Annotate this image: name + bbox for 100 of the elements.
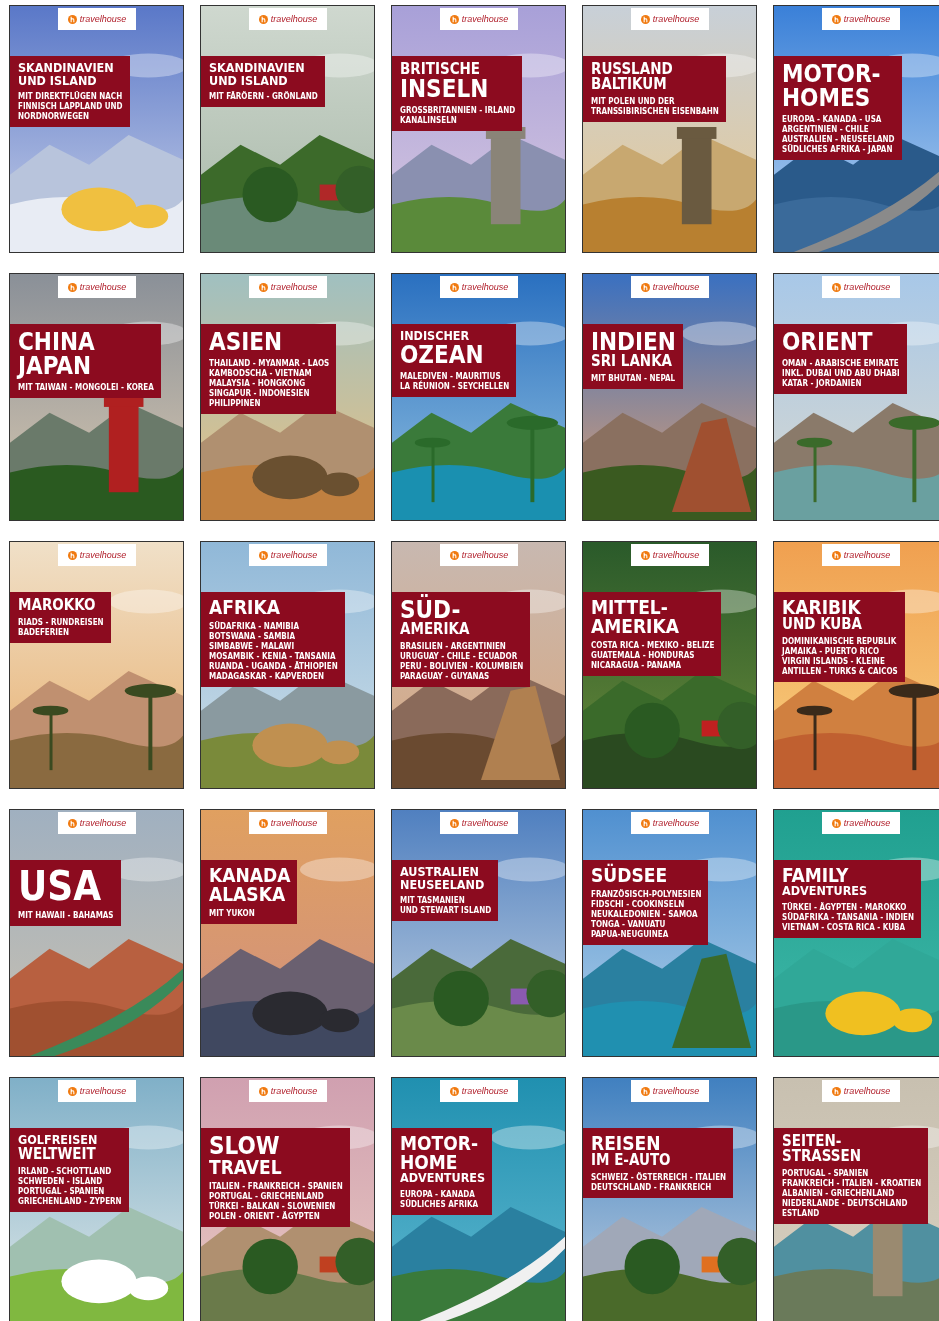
catalog-cover[interactable]: travelhouse INDISCHER OZEAN MALEDIVEN - MAURITIUS LA RÉUNION - SEYCHELLEN xyxy=(391,273,566,521)
logo-icon xyxy=(449,282,459,292)
brand-name: travelhouse xyxy=(270,282,318,292)
logo-icon xyxy=(67,14,77,24)
destination-list: IRLAND - SCHOTTLAND SCHWEDEN - ISLAND PORTUGAL - SPANIEN GRIECHENLAND - ZYPERN xyxy=(18,1166,122,1207)
catalog-cover[interactable]: travelhouse ORIENT OMAN - ARABISCHE EMIRATE INKL. DUBAI UND ABU DHABI KATAR - JORDANIEN xyxy=(773,273,939,521)
cover-title: ADVENTURES xyxy=(782,885,869,898)
logo-icon xyxy=(640,550,650,560)
cover-title: AMERIKA xyxy=(591,617,680,636)
brand-name: travelhouse xyxy=(461,14,509,24)
catalog-cover[interactable]: travelhouse MITTEL- AMERIKA COSTA RICA - MEXIKO - BELIZE GUATEMALA - HONDURAS NICARAGUA - PANAMA xyxy=(582,541,757,789)
logo-icon xyxy=(258,14,268,24)
catalog-cover[interactable]: travelhouse MAROKKO RIADS - RUNDREISEN BADEFERIEN xyxy=(9,541,184,789)
cover-title: BRITISCHE xyxy=(400,62,482,77)
brand-name: travelhouse xyxy=(843,1086,891,1096)
cover-title: HOME xyxy=(400,1153,459,1172)
brand-name: travelhouse xyxy=(270,14,318,24)
logo-icon xyxy=(67,818,77,828)
brand-name: travelhouse xyxy=(843,282,891,292)
catalog-cover[interactable]: travelhouse USA MIT HAWAII - BAHAMAS xyxy=(9,809,184,1057)
cover-title: HOMES xyxy=(782,86,872,110)
catalog-cover[interactable]: travelhouse MOTOR- HOMES EUROPA - KANADA - USA ARGENTINIEN - CHILE AUSTRALIEN - NEUSEELAND SÜDLICHES AFRIKA - JAPAN xyxy=(773,5,939,253)
cover-title: SEITEN- xyxy=(782,1134,842,1149)
cover-title: USA xyxy=(18,866,102,906)
brand-name: travelhouse xyxy=(461,818,509,828)
cover-title: AUSTRALIEN xyxy=(400,866,481,879)
logo-icon xyxy=(258,818,268,828)
brand-name: travelhouse xyxy=(79,1086,127,1096)
catalog-cover[interactable]: travelhouse GOLFREISEN WELTWEIT IRLAND - SCHOTTLAND SCHWEDEN - ISLAND PORTUGAL - SPANIEN GRIECHENLAND - ZYPERN xyxy=(9,1077,184,1321)
destination-list: THAILAND - MYANMAR - LAOS KAMBODSCHA - VIETNAM MALAYSIA - HONGKONG SINGAPUR - INDONESIEN PHILIPPINEN xyxy=(209,359,330,409)
logo-icon xyxy=(640,1086,650,1096)
cover-title: OZEAN xyxy=(400,342,485,367)
brand-name: travelhouse xyxy=(79,14,127,24)
destination-list: EUROPA - KANADA - USA ARGENTINIEN - CHILE AUSTRALIEN - NEUSEELAND SÜDLICHES AFRIKA - JAPAN xyxy=(782,115,895,155)
brand-name: travelhouse xyxy=(79,550,127,560)
cover-title: ADVENTURES xyxy=(400,1172,486,1185)
cover-title: ORIENT xyxy=(782,330,874,354)
cover-title: WELTWEIT xyxy=(18,1146,97,1162)
destination-list: MIT TASMANIEN UND STEWART ISLAND xyxy=(400,896,492,916)
cover-title: KARIBIK xyxy=(782,598,861,617)
logo-icon xyxy=(67,550,77,560)
brand-name: travelhouse xyxy=(79,818,127,828)
catalog-cover[interactable]: travelhouse CHINA JAPAN MIT TAIWAN - MONGOLEI - KOREA xyxy=(9,273,184,521)
brand-name: travelhouse xyxy=(79,282,127,292)
destination-list: TÜRKEI - ÄGYPTEN - MAROKKO SÜDAFRIKA - TANSANIA - INDIEN VIETNAM - COSTA RICA - KUBA xyxy=(782,902,915,933)
cover-title: NEUSEELAND xyxy=(400,878,486,891)
cover-title: MAROKKO xyxy=(18,598,97,613)
catalog-cover[interactable]: travelhouse RUSSLAND BALTIKUM MIT POLEN UND DER TRANSSIBIRISCHEN EISENBAHN xyxy=(582,5,757,253)
catalog-cover[interactable]: travelhouse AUSTRALIEN NEUSEELAND MIT TASMANIEN UND STEWART ISLAND xyxy=(391,809,566,1057)
brand-name: travelhouse xyxy=(652,818,700,828)
cover-title: SLOW xyxy=(209,1134,281,1158)
destination-list: MIT POLEN UND DER TRANSSIBIRISCHEN EISENBAHN xyxy=(591,97,719,117)
cover-title: UND ISLAND xyxy=(209,74,289,87)
cover-title: ALASKA xyxy=(209,885,287,904)
brand-name: travelhouse xyxy=(652,550,700,560)
brand-name: travelhouse xyxy=(843,550,891,560)
cover-title: SRI LANKA xyxy=(591,354,674,369)
brand-name: travelhouse xyxy=(270,818,318,828)
cover-title: SKANDINAVIEN xyxy=(18,62,115,75)
brand-name: travelhouse xyxy=(843,14,891,24)
logo-icon xyxy=(640,818,650,828)
catalog-cover[interactable]: travelhouse SEITEN- STRASSEN PORTUGAL - SPANIEN FRANKREICH - ITALIEN - KROATIEN ALBANIEN - GRIECHENLAND NIEDERLANDE - DEUTSCHLAND ESTLAND xyxy=(773,1077,939,1321)
destination-list: GROSSBRITANNIEN - IRLAND KANALINSELN xyxy=(400,106,516,126)
cover-title: SKANDINAVIEN xyxy=(209,62,306,75)
catalog-cover[interactable]: travelhouse KARIBIK UND KUBA DOMINIKANISCHE REPUBLIK JAMAIKA - PUERTO RICO VIRGIN ISLANDS - KLEINE ANTILLEN - TURKS & CAICOS xyxy=(773,541,939,789)
cover-title: KANADA xyxy=(209,866,291,885)
catalog-cover[interactable]: travelhouse SÜDSEE FRANZÖSISCH-POLYNESIEN FIDSCHI - COOKINSELN NEUKALEDONIEN - SAMOA TONGA - VANUATU PAPUA-NEUGUINEA xyxy=(582,809,757,1057)
catalog-cover[interactable]: travelhouse MOTOR- HOME ADVENTURES EUROPA - KANADA SÜDLICHES AFRIKA xyxy=(391,1077,566,1321)
catalog-cover[interactable]: travelhouse ASIEN THAILAND - MYANMAR - LAOS KAMBODSCHA - VIETNAM MALAYSIA - HONGKONG SINGAPUR - INDONESIEN PHILIPPINEN xyxy=(200,273,375,521)
catalog-cover[interactable]: travelhouse SLOW TRAVEL ITALIEN - FRANKREICH - SPANIEN PORTUGAL - GRIECHENLAND TÜRKEI - BALKAN - SLOWENIEN POLEN - ORIENT - ÄGYPTEN xyxy=(200,1077,375,1321)
catalog-cover[interactable]: travelhouse SÜD- AMERIKA BRASILIEN - ARGENTINIEN URUGUAY - CHILE - ECUADOR PERU - BOLIVIEN - KOLUMBIEN PARAGUAY - GUYANAS xyxy=(391,541,566,789)
brand-name: travelhouse xyxy=(461,550,509,560)
catalog-cover[interactable]: travelhouse AFRIKA SÜDAFRIKA - NAMIBIA BOTSWANA - SAMBIA SIMBABWE - MALAWI MOSAMBIK - KENIA - TANSANIA RUANDA - UGANDA - ÄTHIOPIEN MADAGASKAR - KAPVERDEN xyxy=(200,541,375,789)
catalog-cover[interactable]: travelhouse REISEN IM E-AUTO SCHWEIZ - ÖSTERREICH - ITALIEN DEUTSCHLAND - FRANKREICH xyxy=(582,1077,757,1321)
brand-name: travelhouse xyxy=(843,818,891,828)
logo-icon xyxy=(640,282,650,292)
cover-title: CHINA xyxy=(18,330,96,354)
logo-icon xyxy=(258,1086,268,1096)
catalog-cover[interactable]: travelhouse INDIEN SRI LANKA MIT BHUTAN - NEPAL xyxy=(582,273,757,521)
destination-list: ITALIEN - FRANKREICH - SPANIEN PORTUGAL - GRIECHENLAND TÜRKEI - BALKAN - SLOWENIEN POLEN - ORIENT - ÄGYPTEN xyxy=(209,1182,343,1222)
brand-name: travelhouse xyxy=(652,14,700,24)
destination-list: MIT YUKON xyxy=(209,909,291,919)
catalog-cover[interactable]: travelhouse FAMILY ADVENTURES TÜRKEI - ÄGYPTEN - MAROKKO SÜDAFRIKA - TANSANIA - INDIEN VIETNAM - COSTA RICA - KUBA xyxy=(773,809,939,1057)
cover-title: AMERIKA xyxy=(400,622,471,637)
destination-list: MIT BHUTAN - NEPAL xyxy=(591,374,676,384)
catalog-cover[interactable]: travelhouse SKANDINAVIEN UND ISLAND MIT FÄRÖERN - GRÖNLAND xyxy=(200,5,375,253)
logo-icon xyxy=(831,818,841,828)
destination-list: RIADS - RUNDREISEN BADEFERIEN xyxy=(18,618,104,638)
logo-icon xyxy=(449,14,459,24)
destination-list: MALEDIVEN - MAURITIUS LA RÉUNION - SEYCHELLEN xyxy=(400,371,510,392)
cover-title: FAMILY xyxy=(782,866,850,885)
destination-list: FRANZÖSISCH-POLYNESIEN FIDSCHI - COOKINSELN NEUKALEDONIEN - SAMOA TONGA - VANUATU PAPUA-NEUGUINEA xyxy=(591,890,702,940)
cover-title: INDIEN xyxy=(591,330,676,354)
brand-name: travelhouse xyxy=(270,1086,318,1096)
brand-name: travelhouse xyxy=(652,282,700,292)
catalog-cover[interactable]: travelhouse KANADA ALASKA MIT YUKON xyxy=(200,809,375,1057)
catalog-cover[interactable]: travelhouse SKANDINAVIEN UND ISLAND MIT DIREKTFLÜGEN NACH FINNISCH LAPPLAND UND NORDNORWEGEN xyxy=(9,5,184,253)
destination-list: SÜDAFRIKA - NAMIBIA BOTSWANA - SAMBIA SIMBABWE - MALAWI MOSAMBIK - KENIA - TANSANIA RUANDA - UGANDA - ÄTHIOPIEN MADAGASKAR - KAPVERDEN xyxy=(209,622,338,682)
catalog-cover[interactable]: travelhouse BRITISCHE INSELN GROSSBRITANNIEN - IRLAND KANALINSELN xyxy=(391,5,566,253)
destination-list: DOMINIKANISCHE REPUBLIK JAMAIKA - PUERTO RICO VIRGIN ISLANDS - KLEINE ANTILLEN - TURKS & CAICOS xyxy=(782,637,898,677)
